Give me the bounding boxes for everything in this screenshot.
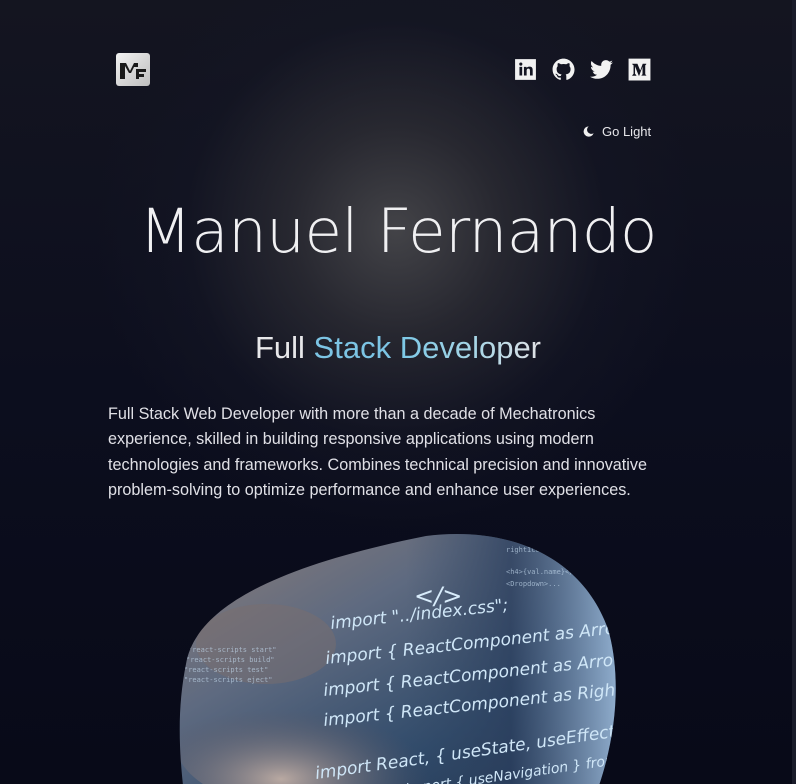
svg-text:<Dropdown>...: <Dropdown>... (506, 580, 561, 588)
twitter-icon[interactable] (589, 57, 614, 82)
hero-image: </> import "../index.css"; import { Reac… (176, 534, 616, 784)
social-links (513, 57, 652, 82)
scrollbar-track[interactable] (792, 0, 796, 784)
role-title: Full Stack Developer (0, 330, 796, 366)
svg-text:"react-scripts eject": "react-scripts eject" (184, 676, 273, 684)
bio-text: Full Stack Web Developer with more than … (108, 405, 647, 499)
svg-text:rightIcon={<Right: rightIcon={<Right (506, 546, 578, 554)
page: Go Light Manuel Fernando Full Stack Deve… (0, 0, 796, 784)
page-title: Manuel Fernando (139, 196, 657, 267)
role-word-full: Full (254, 330, 305, 365)
medium-icon[interactable] (627, 57, 652, 82)
site-logo[interactable] (116, 53, 150, 86)
svg-text:"react-scripts start": "react-scripts start" (188, 646, 277, 654)
theme-toggle-button[interactable]: Go Light (582, 124, 651, 139)
coding-hands-image: </> import "../index.css"; import { Reac… (179, 534, 616, 784)
linkedin-icon[interactable] (513, 57, 538, 82)
role-word-stack: Stack (313, 330, 392, 365)
svg-text:"react-scripts test": "react-scripts test" (184, 666, 268, 674)
theme-toggle-label: Go Light (602, 124, 652, 139)
github-icon[interactable] (551, 57, 576, 82)
role-word-developer: Developer (399, 330, 542, 365)
moon-icon (583, 126, 594, 137)
svg-text:"react-scripts build": "react-scripts build" (186, 656, 275, 664)
svg-text:<h4>{val.name}</h: <h4>{val.name}</h (506, 568, 578, 576)
mf-logo-icon (120, 62, 146, 79)
